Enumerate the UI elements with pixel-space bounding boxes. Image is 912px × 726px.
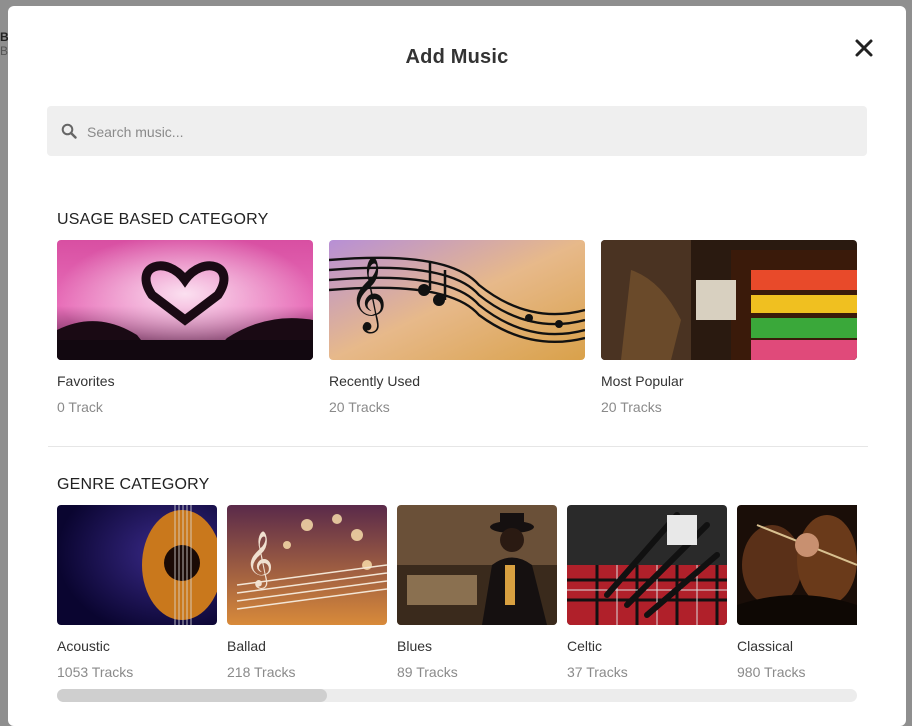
category-track-count: 20 Tracks (329, 399, 390, 415)
genre-track-count: 37 Tracks (567, 664, 628, 680)
usage-section-title: USAGE BASED CATEGORY (57, 211, 269, 228)
category-card-most-popular[interactable]: Most Popular 20 Tracks (601, 240, 857, 417)
horizontal-scrollbar[interactable] (57, 689, 857, 702)
genre-card-celtic[interactable]: Celtic 37 Tracks (567, 505, 727, 682)
genre-card-ballad[interactable]: 𝄞 Ballad 218 Tracks (227, 505, 387, 682)
add-music-modal: Add Music USAGE BASED CATEGORY (8, 6, 906, 726)
favorites-thumbnail (57, 240, 313, 360)
genre-name: Ballad (227, 638, 266, 654)
scrollbar-thumb[interactable] (57, 689, 327, 702)
close-icon (855, 39, 873, 57)
genre-name: Blues (397, 638, 433, 654)
recently-used-thumbnail: 𝄞 (329, 240, 585, 360)
modal-title: Add Music (405, 46, 509, 68)
genre-card-classical[interactable]: Classical 980 Tracks (737, 505, 857, 682)
genre-name: Celtic (567, 638, 603, 654)
search-icon (61, 123, 77, 139)
category-track-count: 0 Track (57, 399, 103, 415)
blues-thumbnail (397, 505, 557, 625)
genre-name: Acoustic (57, 638, 110, 654)
celtic-thumbnail (567, 505, 727, 625)
category-name: Most Popular (601, 373, 684, 389)
genre-card-acoustic[interactable]: Acoustic 1053 Tracks (57, 505, 217, 682)
search-box (47, 106, 867, 158)
ballad-thumbnail: 𝄞 (227, 505, 387, 625)
genre-track-count: 218 Tracks (227, 664, 296, 680)
category-track-count: 20 Tracks (601, 399, 662, 415)
svg-text:𝄞: 𝄞 (349, 257, 387, 334)
genre-track-count: 1053 Tracks (57, 664, 134, 680)
genre-name: Classical (737, 638, 794, 654)
genre-section-title: GENRE CATEGORY (57, 476, 210, 493)
category-name: Recently Used (329, 373, 421, 389)
search-input[interactable] (85, 106, 849, 158)
category-card-favorites[interactable]: Favorites 0 Track (57, 240, 313, 417)
most-popular-thumbnail (601, 240, 857, 360)
classical-thumbnail (737, 505, 857, 625)
acoustic-thumbnail (57, 505, 217, 625)
section-divider (48, 446, 868, 447)
category-name: Favorites (57, 373, 115, 389)
category-card-recently-used[interactable]: 𝄞 Recently Used 20 Tracks (329, 240, 585, 417)
genre-card-blues[interactable]: Blues 89 Tracks (397, 505, 557, 682)
close-button[interactable] (854, 38, 874, 58)
genre-track-count: 980 Tracks (737, 664, 806, 680)
genre-track-count: 89 Tracks (397, 664, 458, 680)
